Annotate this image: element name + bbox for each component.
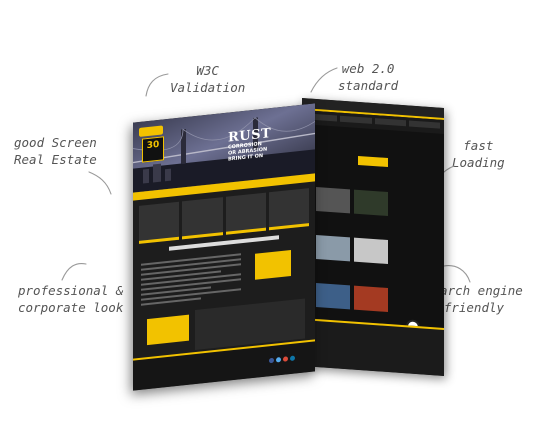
arrow-screen	[88, 171, 112, 195]
homepage-mockup: 30 RUST CORROSION OR ABRASION BRING IT O…	[133, 103, 315, 391]
social-icon	[269, 357, 274, 364]
feature-tile	[268, 188, 309, 231]
callout-box	[255, 249, 291, 280]
w3c-validation-label: W3C Validation	[170, 62, 245, 96]
thumbnail-image	[316, 187, 350, 214]
fast-loading-label: fast Loading	[452, 137, 505, 171]
feature-tile	[225, 192, 266, 235]
social-icon	[283, 356, 288, 362]
web-standard-text: web 2.0 standard	[338, 61, 399, 93]
social-icon	[290, 355, 295, 362]
years-badge: 30	[142, 136, 164, 163]
thumbnail-image	[354, 189, 388, 217]
arrow-web2	[310, 67, 338, 93]
w3c-validation-text: W3C Validation	[170, 63, 246, 95]
thumbnail-image	[316, 235, 350, 262]
corporate-look-text: professional & corporate look	[18, 283, 124, 315]
inner-page-footer	[302, 318, 444, 376]
corporate-look-label: professional & corporate look	[18, 282, 123, 316]
screen-estate-label: good Screen Real Estate	[14, 134, 97, 168]
feature-tile	[139, 201, 180, 244]
promo-box	[147, 314, 189, 346]
arrow-w3c	[145, 73, 169, 97]
social-icon	[276, 357, 281, 363]
arrow-corporate	[61, 262, 87, 281]
inner-page-button	[358, 155, 388, 168]
screen-estate-text: good Screen Real Estate	[14, 135, 97, 167]
thumbnail-image	[354, 285, 388, 313]
inner-page-mockup	[302, 98, 444, 376]
web-standard-label: web 2.0 standard	[338, 60, 398, 94]
arrow-seo	[443, 265, 471, 283]
homepage-footer	[133, 339, 315, 391]
feature-tile	[182, 197, 223, 240]
thumbnail-image	[316, 283, 350, 310]
body-text-lines	[141, 253, 241, 309]
fast-loading-text: fast Loading	[452, 138, 505, 170]
thumbnail-image	[354, 237, 388, 265]
